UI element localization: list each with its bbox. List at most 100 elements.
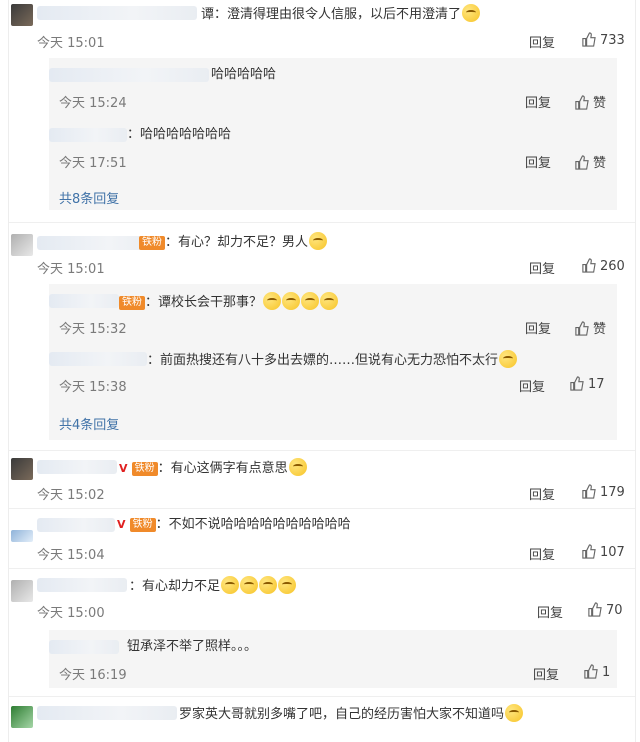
comment-feed: 谭：澄清得理由很令人信服，以后不用澄清了 今天 15:01 回复 733 哈哈哈… [8, 0, 636, 742]
reply-thread: 哈哈哈哈哈 今天 15:24 回复 赞 ：哈哈哈哈哈哈哈 今天 17:51 回复… [49, 58, 617, 210]
reply-username-blurred[interactable] [49, 68, 209, 82]
reply-time: 今天 17:51 [59, 156, 127, 171]
dog-emoji-icon [240, 576, 259, 594]
user-avatar[interactable] [11, 706, 33, 728]
like-button[interactable]: 赞 [574, 152, 606, 171]
divider [9, 568, 635, 569]
more-replies-link[interactable]: 共4条回复 [59, 414, 119, 433]
reply-button[interactable]: 回复 [519, 376, 545, 395]
username-blurred[interactable] [37, 460, 117, 474]
reply-button[interactable]: 回复 [529, 258, 555, 277]
thumbs-up-icon [582, 484, 596, 499]
reply-button[interactable]: 回复 [537, 602, 563, 621]
comment-text: 铁粉 ：有心？却力不足？男人 [139, 232, 328, 252]
like-button[interactable]: 733 [581, 32, 625, 48]
laugh-emoji-icon [320, 292, 339, 310]
reply-username-blurred[interactable] [49, 640, 119, 654]
divider [9, 696, 635, 697]
dog-emoji-icon [278, 576, 297, 594]
fan-badge: 铁粉 [119, 296, 145, 310]
comment-item: 罗家英大哥就别多嘴了吧，自己的经历害怕大家不知道吗 [9, 700, 635, 742]
comment-time: 今天 15:01 [37, 262, 105, 277]
divider [9, 450, 635, 451]
comment-time: 今天 15:04 [37, 548, 105, 563]
username-blurred[interactable] [37, 706, 177, 720]
fan-badge: 铁粉 [129, 518, 156, 532]
reply-time: 今天 15:32 [59, 322, 127, 337]
reply-text: ：哈哈哈哈哈哈哈 [127, 127, 232, 142]
comment-text: 谭：澄清得理由很令人信服，以后不用澄清了 [201, 4, 481, 24]
like-button[interactable]: 260 [581, 258, 625, 274]
divider [9, 508, 635, 509]
dog-emoji-icon [221, 576, 240, 594]
user-avatar[interactable] [11, 458, 33, 480]
thumbs-up-icon [582, 544, 596, 559]
reply-text: 铁粉 ：谭校长会干那事？ [119, 292, 339, 312]
reply-button[interactable]: 回复 [529, 484, 555, 503]
more-replies-link[interactable]: 共8条回复 [59, 188, 119, 207]
laugh-emoji-icon [263, 292, 282, 310]
reply-text: 哈哈哈哈哈 [211, 67, 277, 82]
comment-time: 今天 15:01 [37, 36, 105, 51]
comment-text: V 铁粉 ：有心这俩字有点意思 [119, 458, 307, 478]
username-blurred[interactable] [37, 6, 197, 20]
comment-text: 罗家英大哥就别多嘴了吧，自己的经历害怕大家不知道吗 [179, 704, 524, 724]
smile-emoji-icon [462, 4, 481, 22]
comment-item: ：有心却力不足 今天 15:00 回复 70 钮承泽不举了照样。。。 今天 16… [9, 572, 635, 690]
comment-item: 谭：澄清得理由很令人信服，以后不用澄清了 今天 15:01 回复 733 哈哈哈… [9, 0, 635, 210]
reply-time: 今天 15:24 [59, 96, 127, 111]
reply-thread: 钮承泽不举了照样。。。 今天 16:19 回复 1 [49, 630, 617, 688]
eyeroll-emoji-icon [499, 350, 518, 368]
like-button[interactable]: 70 [587, 602, 623, 618]
reply-time: 今天 15:38 [59, 380, 127, 395]
reply-button[interactable]: 回复 [525, 318, 551, 337]
reply-time: 今天 16:19 [59, 668, 127, 683]
username-blurred[interactable] [37, 578, 127, 592]
reply-text: 钮承泽不举了照样。。。 [127, 639, 258, 654]
comment-item: 铁粉 ：有心？却力不足？男人 今天 15:01 回复 260 铁粉 ：谭校长会干那事… [9, 228, 635, 448]
comment-time: 今天 15:02 [37, 488, 105, 503]
comment-item: V 铁粉 ：有心这俩字有点意思 今天 15:02 回复 179 [9, 454, 635, 510]
dog-emoji-icon [259, 576, 278, 594]
reply-text: ：前面热搜还有八十多出去嫖的……但说有心无力恐怕不太行 [147, 350, 518, 370]
user-avatar[interactable] [11, 580, 33, 602]
divider [9, 222, 635, 223]
like-button[interactable]: 17 [569, 376, 605, 392]
thumbs-up-icon [575, 155, 589, 170]
reply-username-blurred[interactable] [49, 352, 147, 366]
like-button[interactable]: 107 [581, 544, 625, 560]
thumbs-up-icon [570, 376, 584, 391]
comment-time: 今天 15:00 [37, 606, 105, 621]
like-button[interactable]: 179 [581, 484, 625, 500]
thumbs-up-icon [588, 602, 602, 617]
thumbs-up-icon [584, 664, 598, 679]
vip-badge: V [119, 462, 128, 475]
user-avatar[interactable] [11, 4, 33, 26]
username-blurred[interactable] [37, 518, 115, 532]
thumbs-up-icon [582, 32, 596, 47]
reply-username-blurred[interactable] [49, 294, 119, 308]
thumbs-up-icon [575, 95, 589, 110]
fan-badge: 铁粉 [131, 462, 158, 476]
like-button[interactable]: 1 [583, 664, 610, 680]
smile-emoji-icon [309, 232, 328, 250]
vip-badge: V [117, 518, 126, 531]
comment-text: ：有心却力不足 [129, 576, 297, 596]
reply-username-blurred[interactable] [49, 128, 127, 142]
reply-button[interactable]: 回复 [525, 92, 551, 111]
comment-item: V 铁粉 ：不如不说哈哈哈哈哈哈哈哈哈哈 今天 15:04 回复 107 [9, 514, 635, 570]
reply-button[interactable]: 回复 [533, 664, 559, 683]
laugh-emoji-icon [505, 704, 524, 722]
comment-text: V 铁粉 ：不如不说哈哈哈哈哈哈哈哈哈哈 [117, 517, 351, 532]
laugh-emoji-icon [282, 292, 301, 310]
like-button[interactable]: 赞 [574, 92, 606, 111]
reply-button[interactable]: 回复 [529, 544, 555, 563]
reply-button[interactable]: 回复 [525, 152, 551, 171]
reply-button[interactable]: 回复 [529, 32, 555, 51]
user-avatar[interactable] [11, 530, 33, 542]
fan-badge: 铁粉 [139, 236, 165, 250]
like-button[interactable]: 赞 [574, 318, 606, 337]
user-avatar[interactable] [11, 234, 33, 256]
reply-thread: 铁粉 ：谭校长会干那事？ 今天 15:32 回复 赞 ：前面热搜还有八十多出去嫖的… [49, 284, 617, 440]
thumbs-up-icon [575, 321, 589, 336]
